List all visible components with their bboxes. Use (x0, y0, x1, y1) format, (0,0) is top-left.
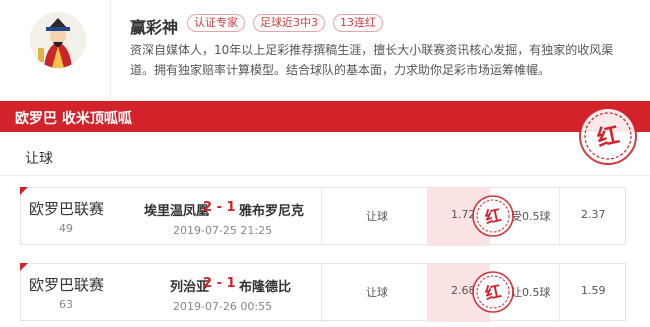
expert-name[interactable]: 赢彩神 (130, 14, 178, 38)
section-title: 欧罗巴 收米顶呱呱 (15, 111, 132, 127)
match-round: 49 (59, 222, 73, 235)
other-odds: 1.59 (581, 284, 606, 297)
corner-marker (20, 263, 28, 271)
expert-avatar[interactable] (30, 12, 86, 68)
heading-divider (0, 175, 650, 176)
section-header: 欧罗巴 收米顶呱呱 (0, 101, 650, 132)
expert-profile: 赢彩神 认证专家 足球近3中3 13连红 资深自媒体人，10年以上足彩推荐撰稿生… (0, 0, 650, 97)
market-heading: 让球 (25, 151, 53, 167)
tag-recent-record: 足球近3中3 (253, 14, 325, 32)
cell-divider (559, 188, 560, 246)
league-name: 欧罗巴联赛 (29, 200, 105, 218)
league-name: 欧罗巴联赛 (29, 276, 105, 294)
tag-certified: 认证专家 (187, 14, 245, 32)
tag-win-streak: 13连红 (333, 14, 383, 32)
match-score: 2 - 1 (203, 276, 236, 291)
cell-divider (559, 264, 560, 322)
match-time: 2019-07-26 00:55 (173, 300, 273, 313)
profile-divider (110, 0, 111, 97)
other-odds: 2.37 (581, 208, 606, 221)
win-stamp-icon: 红 (472, 195, 514, 237)
match-card[interactable]: 欧罗巴联赛 49 埃里温凤凰 2 - 1 雅布罗尼克 2019-07-25 21… (20, 187, 626, 246)
handicap-line: 受0.5球 (511, 210, 551, 223)
cell-divider (321, 188, 322, 246)
expert-description: 资深自媒体人，10年以上足彩推荐撰稿生涯，擅长大小联赛资讯核心发掘，有独家的收风… (130, 43, 614, 77)
match-round: 63 (59, 298, 73, 311)
match-card[interactable]: 欧罗巴联赛 63 列治亚 2 - 1 布隆德比 2019-07-26 00:55… (20, 263, 626, 322)
away-team[interactable]: 雅布罗尼克 (239, 200, 304, 219)
home-team[interactable]: 列治亚 (135, 276, 209, 295)
away-team[interactable]: 布隆德比 (239, 276, 291, 295)
result-stamp-icon: 红 (579, 107, 637, 165)
cell-divider (321, 264, 322, 322)
match-time: 2019-07-25 21:25 (173, 224, 273, 237)
expert-tags: 认证专家 足球近3中3 13连红 (187, 14, 383, 32)
match-score: 2 - 1 (203, 200, 236, 215)
win-stamp-icon: 红 (472, 271, 514, 313)
handicap-line: 让0.5球 (511, 286, 551, 299)
market-type: 让球 (366, 210, 388, 223)
home-team[interactable]: 埃里温凤凰 (135, 200, 209, 219)
corner-marker (20, 187, 28, 195)
market-type: 让球 (366, 286, 388, 299)
